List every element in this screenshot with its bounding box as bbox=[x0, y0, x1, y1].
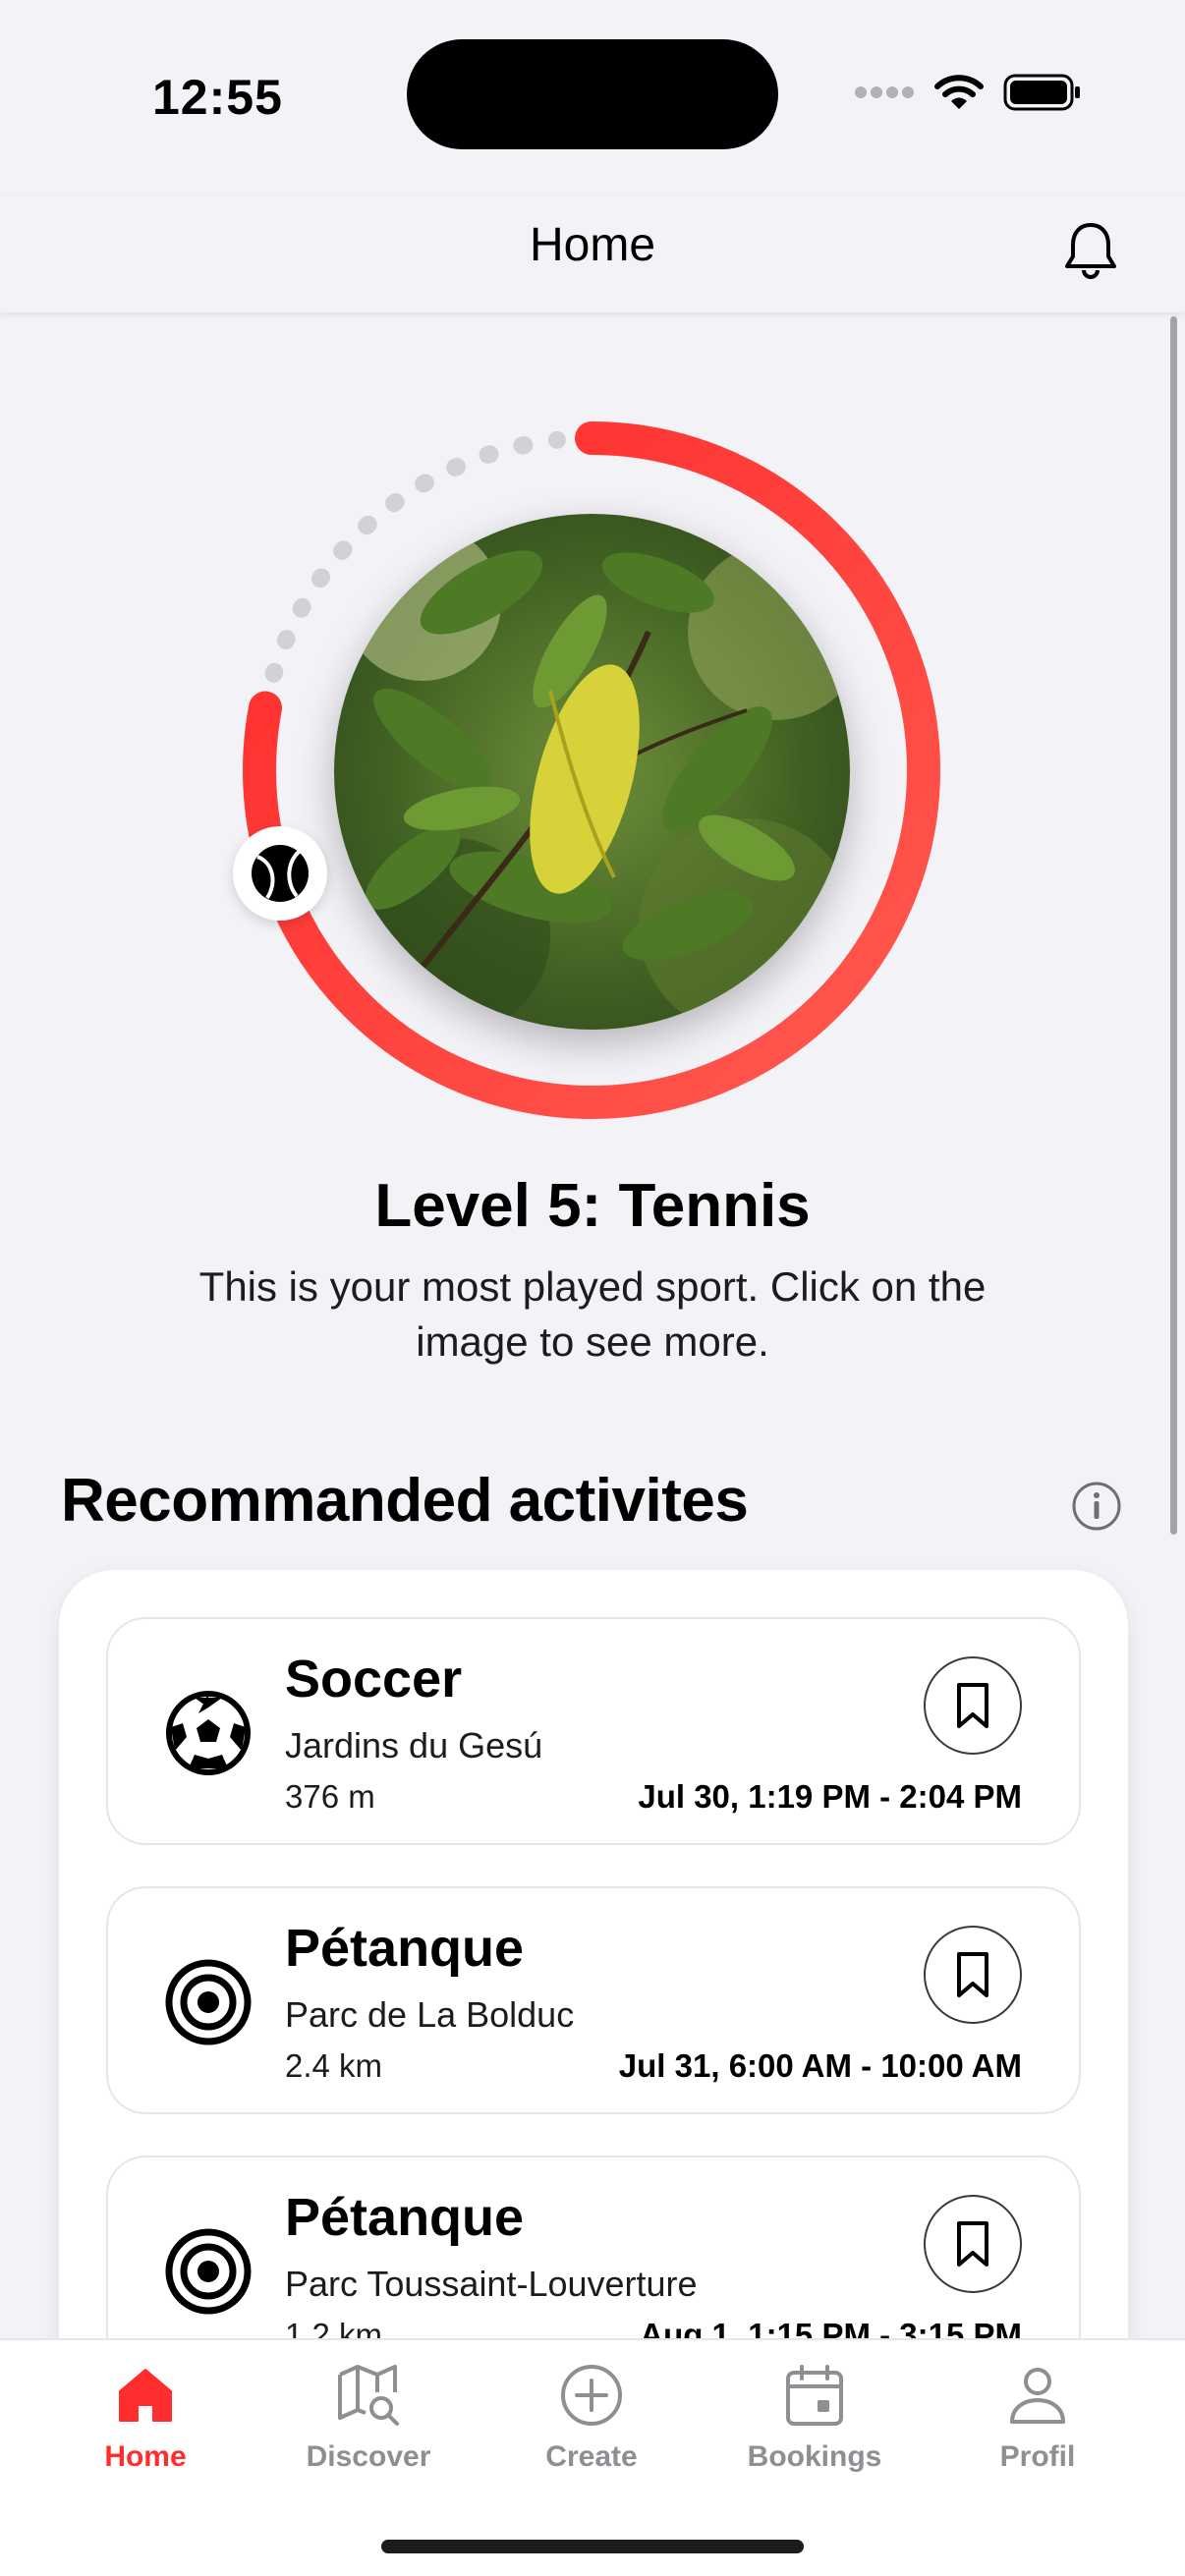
house-icon bbox=[119, 2369, 172, 2422]
tab-label: Discover bbox=[306, 2440, 431, 2473]
activity-distance: 2.4 km bbox=[285, 2047, 383, 2084]
activity-time: Jul 31, 6:00 AM - 10:00 AM bbox=[618, 2047, 1022, 2084]
activity-name: Soccer bbox=[285, 1650, 463, 1708]
home-indicator[interactable] bbox=[381, 2540, 804, 2553]
section-title: Recommanded activites bbox=[61, 1467, 749, 1535]
bookmark-icon bbox=[957, 1952, 988, 1997]
person-icon bbox=[1010, 2368, 1065, 2424]
tab-discover[interactable]: Discover bbox=[257, 2360, 480, 2497]
activity-name: Pétanque bbox=[285, 1919, 525, 1978]
scroll-indicator[interactable] bbox=[1170, 316, 1177, 1535]
tab-label: Bookings bbox=[747, 2440, 882, 2473]
nav-bar: Home bbox=[0, 196, 1185, 312]
status-icons bbox=[854, 74, 1082, 111]
activity-card[interactable]: Pétanque Parc de La Bolduc 2.4 km Jul 31… bbox=[106, 1886, 1081, 2114]
tab-home[interactable]: Home bbox=[34, 2360, 256, 2497]
calendar-icon bbox=[786, 2365, 843, 2426]
tab-label: Profil bbox=[999, 2440, 1076, 2473]
tab-label: Create bbox=[545, 2440, 638, 2473]
activity-card[interactable]: Soccer Jardins du Gesú 376 m Jul 30, 1:1… bbox=[106, 1617, 1081, 1845]
battery-icon bbox=[1003, 74, 1080, 111]
cellular-signal-icon bbox=[855, 86, 914, 98]
bookmark-button[interactable] bbox=[924, 1656, 1022, 1755]
target-icon bbox=[165, 2228, 252, 2315]
sport-image[interactable] bbox=[334, 514, 850, 1030]
activity-distance: 376 m bbox=[285, 1778, 375, 1815]
tab-create[interactable]: Create bbox=[480, 2360, 703, 2497]
status-bar: 12:55 bbox=[0, 0, 1185, 196]
bell-icon bbox=[1065, 223, 1116, 279]
activity-name: Pétanque bbox=[285, 2188, 525, 2247]
level-title: Level 5: Tennis bbox=[374, 1172, 811, 1240]
tab-label: Home bbox=[104, 2440, 187, 2473]
info-icon bbox=[1072, 1482, 1121, 1531]
activity-place: Parc Toussaint-Louverture bbox=[285, 2264, 698, 2304]
bookmark-icon bbox=[957, 1683, 988, 1728]
soccer-ball-icon bbox=[166, 1691, 251, 1775]
page-title: Home bbox=[529, 219, 656, 271]
tab-profil[interactable]: Profil bbox=[927, 2360, 1149, 2497]
bookmark-button[interactable] bbox=[924, 1926, 1022, 2024]
tennis-badge bbox=[233, 826, 327, 921]
target-icon bbox=[165, 1959, 252, 2045]
activity-place: Parc de La Bolduc bbox=[285, 1994, 575, 2035]
notifications-button[interactable] bbox=[1055, 216, 1126, 287]
map-search-icon bbox=[338, 2365, 399, 2426]
bookmark-button[interactable] bbox=[924, 2195, 1022, 2293]
plus-circle-icon bbox=[561, 2365, 622, 2426]
info-button[interactable] bbox=[1069, 1479, 1124, 1534]
wifi-icon bbox=[934, 75, 984, 109]
bookmark-icon bbox=[957, 2221, 988, 2267]
status-time: 12:55 bbox=[152, 70, 283, 125]
activity-place: Jardins du Gesú bbox=[285, 1725, 543, 1765]
activity-time: Jul 30, 1:19 PM - 2:04 PM bbox=[638, 1778, 1022, 1815]
tab-bookings[interactable]: Bookings bbox=[704, 2360, 926, 2497]
level-description: This is your most played sport. Click on… bbox=[198, 1263, 987, 1365]
tennis-ball-icon bbox=[252, 845, 309, 902]
dynamic-island bbox=[407, 39, 778, 149]
